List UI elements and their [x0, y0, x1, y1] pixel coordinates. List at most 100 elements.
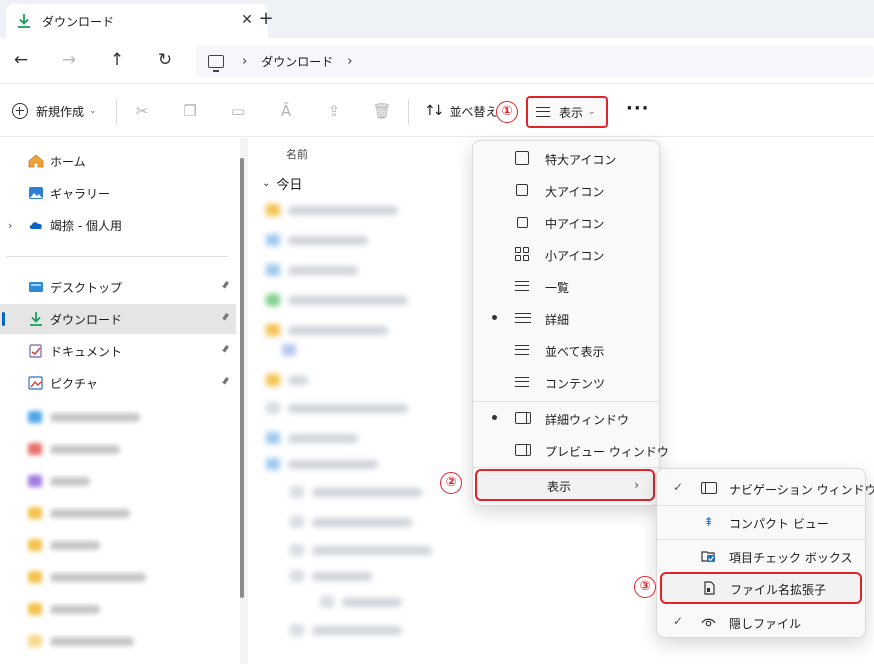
list-item[interactable] [266, 234, 368, 246]
up-button[interactable]: ↑ [104, 48, 130, 74]
back-button[interactable]: ← [8, 48, 34, 74]
sidebar-item-onedrive[interactable]: › 竭捺 - 個人用 [0, 210, 236, 240]
menu-item-label: 中アイコン [545, 217, 605, 231]
submenu-item-compact-view[interactable]: ⇞ コンパクト ビュー [661, 507, 861, 537]
list-item[interactable] [290, 570, 372, 582]
tab-title: ダウンロード [42, 14, 115, 29]
sidebar-item-home[interactable]: ホーム [0, 146, 236, 176]
forward-button[interactable]: → [56, 48, 82, 74]
menu-item-label: 小アイコン [545, 249, 605, 263]
paste-icon[interactable]: ▭ [228, 101, 248, 121]
list-item[interactable] [290, 624, 402, 636]
sidebar-item-blurred[interactable] [28, 506, 130, 520]
sidebar-item-blurred[interactable] [28, 538, 100, 552]
submenu-item-file-name-extensions[interactable]: ファイル名拡張子 [660, 572, 862, 604]
breadcrumb-chevron-icon[interactable]: › [347, 54, 352, 69]
new-tab-button[interactable]: + [254, 8, 278, 32]
step-marker-3: ③ [634, 576, 656, 598]
sidebar-item-pictures[interactable]: ピクチャ ▮ [0, 368, 236, 398]
menu-item-small-icons[interactable]: 小アイコン [477, 239, 655, 269]
list-item[interactable] [282, 344, 304, 356]
sidebar-item-blurred[interactable] [28, 602, 100, 616]
menu-item-extra-large-icons[interactable]: 特大アイコン [477, 143, 655, 173]
compact-view-icon: ⇞ [703, 515, 714, 529]
list-item[interactable] [320, 596, 402, 608]
copy-icon[interactable]: ❐ [180, 101, 200, 121]
menu-item-medium-icons[interactable]: 中アイコン [477, 207, 655, 237]
pin-icon[interactable]: ▮ [221, 375, 231, 386]
pin-icon[interactable]: ▮ [221, 279, 231, 290]
show-submenu: ✓ ナビゲーション ウィンドウ ⇞ コンパクト ビュー 項目チェック ボックス … [656, 468, 874, 638]
submenu-item-item-checkboxes[interactable]: 項目チェック ボックス [661, 541, 861, 571]
sidebar-item-blurred[interactable] [28, 442, 120, 456]
list-item[interactable] [266, 374, 308, 386]
navigation-bar: ← → ↑ ↻ › ダウンロード › [0, 38, 874, 84]
breadcrumb-chevron-icon[interactable]: › [242, 54, 247, 69]
pin-icon[interactable]: ▮ [221, 343, 231, 354]
list-item[interactable] [290, 516, 412, 528]
view-button[interactable]: 表示 ⌄ [526, 96, 608, 128]
menu-item-preview-pane[interactable]: プレビュー ウィンドウ [477, 435, 669, 465]
sort-button-label: 並べ替え [449, 104, 498, 119]
menu-item-label: 詳細ウィンドウ [545, 413, 630, 427]
sidebar-item-downloads[interactable]: ダウンロード ▮ [0, 304, 236, 334]
group-header-today[interactable]: ⌄ 今日 [262, 174, 302, 193]
cloud-icon [29, 222, 42, 229]
new-button[interactable]: 新規作成 ⌄ [12, 97, 97, 125]
menu-item-tiles[interactable]: 並べて表示 [477, 335, 655, 365]
menu-item-details-pane[interactable]: 詳細ウィンドウ [477, 403, 655, 433]
this-pc-icon [208, 54, 224, 72]
sidebar-item-desktop[interactable]: デスクトップ ▮ [0, 272, 236, 302]
list-item[interactable] [266, 264, 358, 276]
expand-chevron-icon[interactable]: › [8, 219, 12, 232]
menu-item-list[interactable]: 一覧 [477, 271, 655, 301]
more-options-button[interactable]: ··· [626, 98, 650, 119]
sidebar-item-blurred[interactable] [28, 410, 140, 424]
sidebar-item-documents[interactable]: ドキュメント ▮ [0, 336, 236, 366]
list-item[interactable] [266, 294, 408, 306]
sidebar-item-gallery[interactable]: ギャラリー [0, 178, 236, 208]
column-header-name[interactable]: 名前 [286, 146, 308, 162]
pin-icon[interactable]: ▮ [221, 311, 231, 322]
list-item[interactable] [266, 458, 378, 470]
list-item[interactable] [266, 402, 408, 414]
submenu-item-label: コンパクト ビュー [729, 517, 829, 531]
menu-item-content[interactable]: コンテンツ [477, 367, 655, 397]
rename-icon[interactable]: Ā [276, 101, 296, 121]
sort-icon: ↑↓ [424, 103, 445, 119]
sidebar-item-label: ダウンロード [50, 312, 123, 327]
sidebar-item-blurred[interactable] [28, 634, 134, 648]
chevron-down-icon: ⌄ [89, 106, 97, 116]
list-item[interactable] [290, 544, 432, 556]
trash-icon[interactable]: 🗑 [372, 101, 392, 121]
list-item[interactable] [266, 324, 388, 336]
menu-item-show[interactable]: 表示 › [475, 469, 655, 501]
menu-item-large-icons[interactable]: 大アイコン [477, 175, 655, 205]
file-extension-icon [704, 581, 715, 595]
navigation-pane-icon [701, 482, 717, 494]
details-view-icon [515, 313, 531, 323]
item-checkbox-icon [701, 551, 715, 562]
details-pane-icon [515, 412, 531, 424]
submenu-item-label: 項目チェック ボックス [729, 551, 853, 565]
preview-pane-icon [515, 444, 531, 456]
submenu-item-label: 隠しファイル [729, 617, 802, 631]
refresh-button[interactable]: ↻ [152, 48, 178, 74]
menu-item-details[interactable]: 詳細 [477, 303, 655, 333]
list-item[interactable] [290, 486, 422, 498]
sidebar-item-blurred[interactable] [28, 474, 90, 488]
sidebar-scrollbar[interactable] [240, 158, 244, 598]
address-bar[interactable]: › ダウンロード › [196, 45, 874, 77]
list-item[interactable] [266, 204, 398, 216]
submenu-item-navigation-pane[interactable]: ✓ ナビゲーション ウィンドウ [661, 473, 874, 503]
scissors-icon[interactable]: ✂ [132, 101, 152, 121]
share-icon[interactable]: ⇪ [324, 101, 344, 121]
sort-button[interactable]: ↑↓ 並べ替え [424, 97, 497, 125]
sidebar-item-blurred[interactable] [28, 570, 146, 584]
selected-bullet-icon [492, 315, 497, 320]
submenu-item-hidden-items[interactable]: ✓ 隠しファイル [661, 607, 861, 637]
list-item[interactable] [266, 432, 358, 444]
breadcrumb-downloads[interactable]: ダウンロード [261, 53, 333, 70]
view-button-label: 表示 [559, 105, 584, 120]
tab-downloads[interactable]: ダウンロード ✕ [6, 4, 268, 38]
